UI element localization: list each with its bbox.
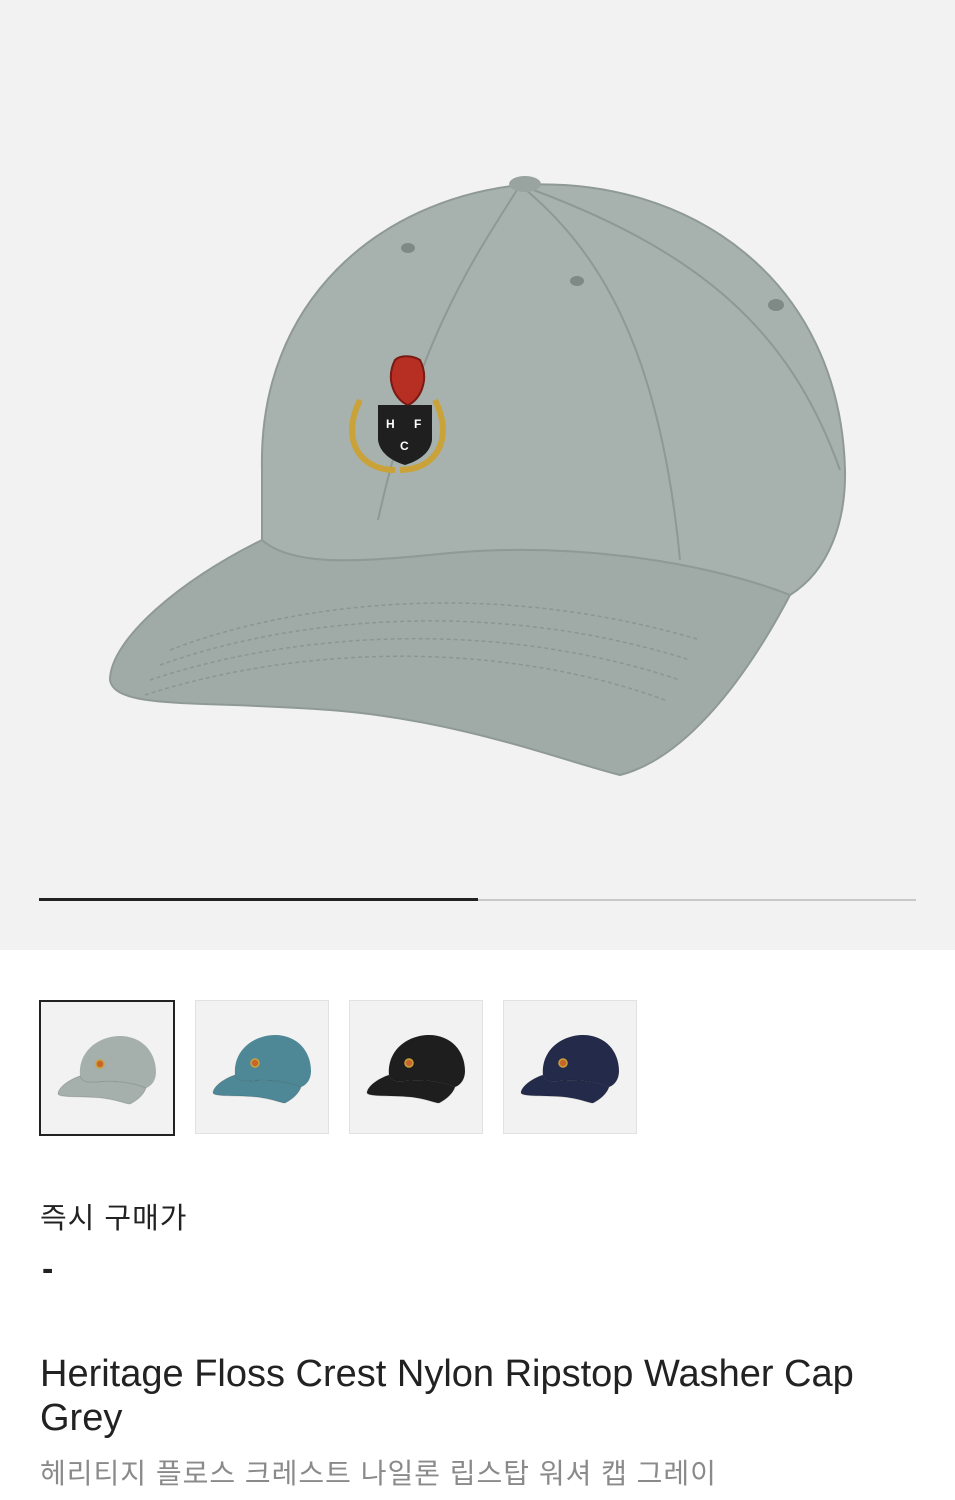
- color-thumbnail-teal[interactable]: [195, 1000, 329, 1134]
- color-thumbnail-black[interactable]: [349, 1000, 483, 1134]
- gallery-progress-track: [39, 898, 916, 901]
- cap-thumbnail-icon: [366, 1035, 465, 1104]
- product-subtitle-korean: 헤리티지 플로스 크레스트 나일론 립스탑 워셔 캡 그레이: [40, 1458, 717, 1489]
- instant-buy-price-label: 즉시 구매가: [40, 1203, 188, 1235]
- cap-thumbnail-icon: [57, 1036, 156, 1105]
- cap-product-image: H F C: [108, 176, 847, 777]
- color-variant-thumbnails: [39, 1000, 637, 1136]
- product-title: Heritage Floss Crest Nylon Ripstop Washe…: [40, 1353, 854, 1439]
- color-thumbnail-grey[interactable]: [39, 1000, 175, 1136]
- svg-text:H: H: [386, 417, 395, 431]
- product-image-gallery[interactable]: H F C: [0, 0, 955, 950]
- instant-buy-price-value: -: [42, 1250, 54, 1288]
- svg-text:F: F: [414, 417, 421, 431]
- svg-text:C: C: [400, 439, 409, 453]
- gallery-progress-fill: [39, 898, 478, 901]
- cap-thumbnail-icon: [212, 1035, 311, 1104]
- color-thumbnail-navy[interactable]: [503, 1000, 637, 1134]
- cap-thumbnail-icon: [520, 1035, 619, 1104]
